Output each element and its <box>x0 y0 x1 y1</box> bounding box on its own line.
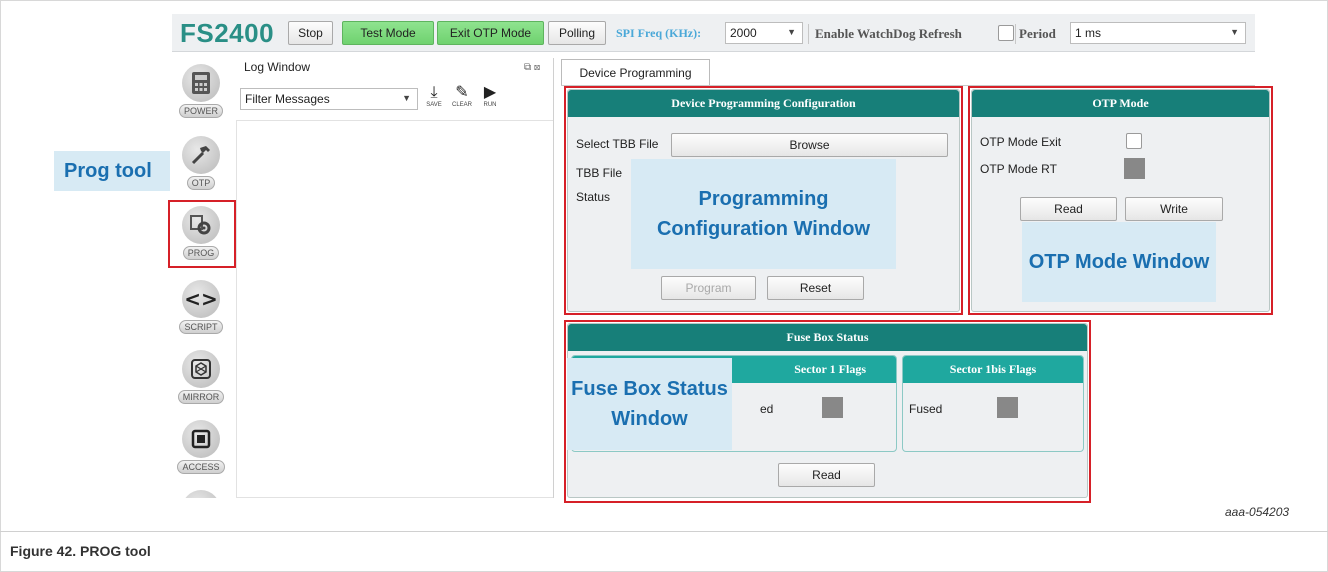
chevron-down-icon: ▼ <box>1230 27 1239 37</box>
hammer-icon <box>182 136 220 174</box>
save-button[interactable]: ⤓ SAVE <box>422 84 446 114</box>
calculator-icon <box>182 64 220 102</box>
watchdog-label: Enable WatchDog Refresh <box>815 26 962 41</box>
mirror-icon <box>182 350 220 388</box>
clear-label: CLEAR <box>451 102 472 108</box>
chip-icon <box>182 420 220 458</box>
clear-button[interactable]: ✎ CLEAR <box>450 84 474 114</box>
spi-freq-label: SPI Freq (KHz): <box>616 26 702 40</box>
toolbar-divider <box>808 24 809 44</box>
tab-device-programming[interactable]: Device Programming <box>561 59 710 86</box>
code-icon: <> <box>182 280 220 318</box>
sidebar-item-label: SCRIPT <box>179 320 223 334</box>
sidebar-item-label: ACCESS <box>177 460 225 474</box>
fuse-highlight-box <box>564 320 1091 503</box>
exit-otp-mode-button[interactable]: Exit OTP Mode <box>437 21 544 45</box>
watchdog-checkbox[interactable] <box>998 25 1014 41</box>
spi-freq-value: 2000 <box>730 26 757 40</box>
top-toolbar: FS2400 Stop Test Mode Exit OTP Mode Poll… <box>172 14 1255 52</box>
app-brand: FS2400 <box>180 18 275 48</box>
toolbar-divider <box>1015 24 1016 44</box>
sidebar-item-access[interactable]: ACCESS <box>176 420 226 474</box>
period-label: Period <box>1019 26 1056 41</box>
run-button[interactable]: ▶ RUN <box>478 84 502 114</box>
partial-icon <box>182 490 220 498</box>
test-mode-button[interactable]: Test Mode <box>342 21 434 45</box>
log-window-title: Log Window <box>244 60 311 74</box>
chevron-down-icon: ▼ <box>787 27 796 37</box>
run-label: RUN <box>483 102 497 108</box>
download-icon: ⤓ <box>430 84 438 101</box>
period-select[interactable]: 1 ms ▼ <box>1070 22 1246 44</box>
spi-freq-select[interactable]: 2000 ▼ <box>725 22 803 44</box>
log-output-area[interactable] <box>236 120 554 498</box>
sidebar-item-otp[interactable]: OTP <box>176 136 226 190</box>
sidebar-item-script[interactable]: <> SCRIPT <box>176 280 226 334</box>
sidebar-item-mirror[interactable]: MIRROR <box>176 350 226 404</box>
broom-icon: ✎ <box>455 84 469 101</box>
sidebar-item-label: POWER <box>178 104 223 118</box>
save-label: SAVE <box>426 102 442 108</box>
prog-tool-callout: Prog tool <box>54 151 170 191</box>
sidebar-item-label: MIRROR <box>177 390 225 404</box>
filter-messages-value: Filter Messages <box>245 92 330 106</box>
stop-button[interactable]: Stop <box>288 21 333 45</box>
config-highlight-box <box>564 86 963 315</box>
otp-highlight-box <box>968 86 1273 315</box>
filter-messages-select[interactable]: Filter Messages ▼ <box>240 88 418 110</box>
figure-id: aaa-054203 <box>1225 505 1290 519</box>
window-controls-icon[interactable]: ⧉ ⊠ <box>524 62 540 73</box>
splitter[interactable] <box>553 58 554 498</box>
divider <box>0 531 1328 532</box>
sidebar-item-more[interactable] <box>176 490 226 498</box>
sidebar-item-label: OTP <box>186 176 216 190</box>
log-window: Log Window ⧉ ⊠ Filter Messages ▼ ⤓ SAVE … <box>236 58 556 498</box>
chevron-down-icon: ▼ <box>402 93 411 103</box>
play-icon: ▶ <box>483 84 497 101</box>
prog-highlight-box <box>168 200 236 268</box>
sidebar-item-power[interactable]: POWER <box>176 64 226 118</box>
figure-caption: Figure 42. PROG tool <box>10 543 151 559</box>
period-value: 1 ms <box>1075 26 1102 40</box>
polling-button[interactable]: Polling <box>548 21 606 45</box>
